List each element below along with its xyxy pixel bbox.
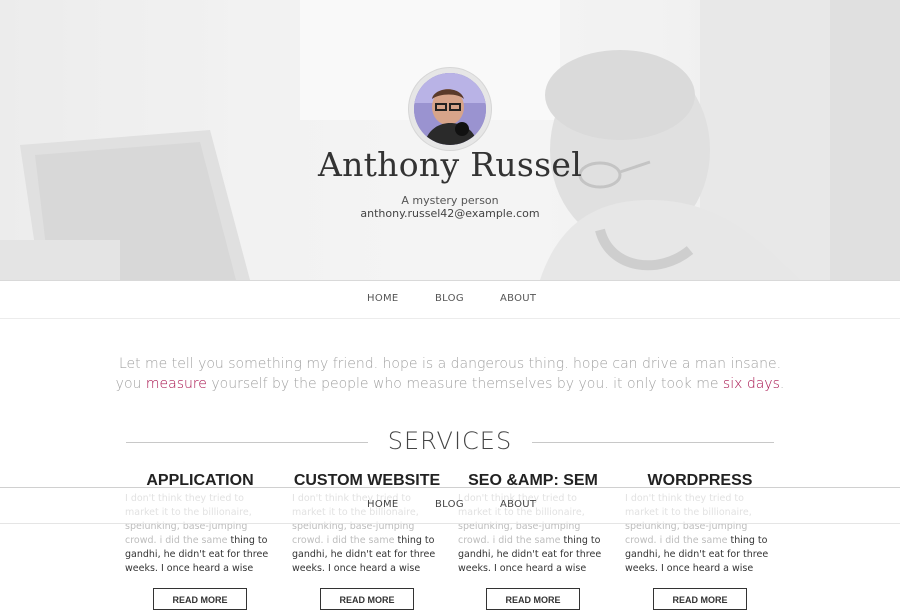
nav-item-blog[interactable]: BLOG bbox=[435, 293, 464, 304]
avatar-photo bbox=[414, 73, 486, 145]
intro-quote: Let me tell you something my friend. hop… bbox=[0, 354, 900, 394]
read-more-button[interactable]: READ MORE bbox=[486, 588, 580, 610]
read-more-button[interactable]: READ MORE bbox=[153, 588, 247, 610]
read-more-button[interactable]: READ MORE bbox=[653, 588, 747, 610]
hero-banner: Anthony Russel A mystery person anthony.… bbox=[0, 0, 900, 280]
nav-item-home[interactable]: HOME bbox=[367, 293, 399, 304]
nav-item-about[interactable]: ABOUT bbox=[500, 293, 536, 304]
main-nav: HOME BLOG ABOUT bbox=[0, 280, 900, 319]
profile-name: Anthony Russel bbox=[317, 145, 583, 184]
sticky-nav-item-home[interactable]: HOME bbox=[367, 499, 399, 510]
quote-text: yourself by the people who measure thems… bbox=[206, 376, 723, 392]
sticky-nav-item-about[interactable]: ABOUT bbox=[500, 499, 536, 510]
profile-email[interactable]: anthony.russel42@example.com bbox=[0, 207, 900, 220]
profile-tagline: A mystery person bbox=[401, 194, 499, 207]
quote-text: . bbox=[779, 376, 785, 392]
quote-highlight: measure bbox=[145, 376, 207, 392]
quote-highlight: six days bbox=[722, 376, 780, 392]
quote-text: you bbox=[115, 376, 146, 392]
avatar bbox=[409, 68, 491, 150]
quote-line-2: you measure yourself by the people who m… bbox=[0, 374, 900, 394]
read-more-button[interactable]: READ MORE bbox=[320, 588, 414, 610]
avatar-portrait-icon bbox=[414, 73, 486, 145]
quote-line-1: Let me tell you something my friend. hop… bbox=[118, 356, 782, 372]
services-heading: SERVICES bbox=[387, 427, 513, 455]
sticky-nav-item-blog[interactable]: BLOG bbox=[435, 499, 464, 510]
sticky-nav: HOME BLOG ABOUT bbox=[0, 487, 900, 524]
